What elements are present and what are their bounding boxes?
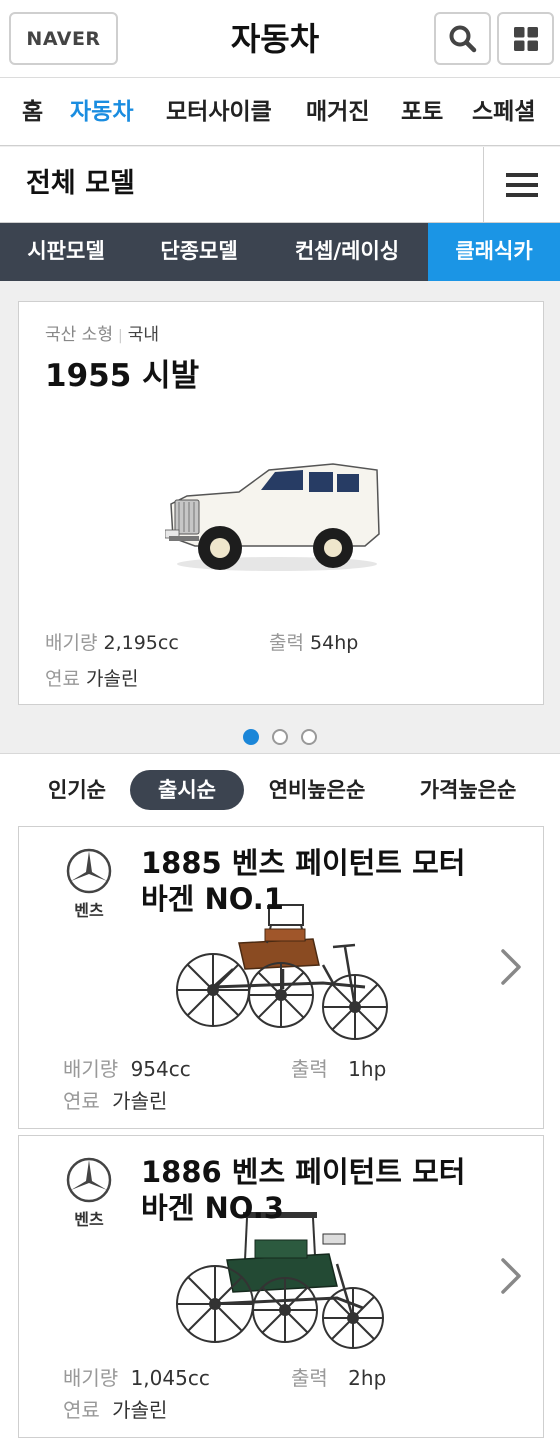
nav-item-photo[interactable]: 포토 <box>401 78 443 145</box>
featured-origin: 국내 <box>127 325 159 345</box>
displacement-label: 배기량 <box>45 632 98 654</box>
fuel-value: 가솔린 <box>112 1089 168 1113</box>
menu-button[interactable] <box>483 147 560 223</box>
power-value: 54hp <box>310 632 359 654</box>
page-title: 자동차 <box>230 20 320 58</box>
nav-item-special[interactable]: 스페셜 <box>472 78 535 145</box>
sort-popular[interactable]: 인기순 <box>34 770 120 810</box>
apps-button[interactable] <box>497 12 554 65</box>
sort-bar: 인기순 출시순 연비높은순 가격높은순 <box>0 770 560 816</box>
main-nav: 홈 자동차 모터사이클 매거진 포토 스페셜 <box>0 78 560 146</box>
power-value: 2hp <box>348 1366 387 1390</box>
displacement-value: 1,045cc <box>130 1366 210 1390</box>
sort-fuel-efficiency[interactable]: 연비높은순 <box>258 770 376 810</box>
fuel-label: 연료 <box>45 668 80 690</box>
displacement-value: 2,195cc <box>103 632 179 654</box>
models-title: 전체 모델 <box>26 168 135 199</box>
mercedes-logo-icon <box>66 1157 112 1203</box>
tab-on-sale[interactable]: 시판모델 <box>0 223 132 281</box>
mercedes-logo-icon <box>66 848 112 894</box>
featured-fuel: 연료 가솔린 <box>45 664 138 691</box>
chevron-right-icon[interactable] <box>499 1256 523 1296</box>
nav-item-home[interactable]: 홈 <box>22 78 43 145</box>
power-value: 1hp <box>348 1057 387 1081</box>
car-image <box>176 1212 384 1349</box>
featured-power: 출력 54hp <box>269 628 358 655</box>
car-power: 출력 2hp <box>291 1362 386 1391</box>
sort-release[interactable]: 출시순 <box>130 770 244 810</box>
featured-card[interactable]: 국산 소형 | 국내 1955 시발 배기량 2,195cc 출력 54hp 연… <box>18 301 544 705</box>
fuel-label: 연료 <box>63 1089 100 1113</box>
search-icon <box>449 25 476 52</box>
car-fuel: 연료 가솔린 <box>63 1394 167 1423</box>
displacement-label: 배기량 <box>63 1366 119 1390</box>
displacement-value: 954cc <box>130 1057 191 1081</box>
models-bar: 전체 모델 <box>0 147 560 223</box>
separator: | <box>117 328 123 344</box>
fuel-value: 가솔린 <box>86 668 139 690</box>
carousel-dot[interactable] <box>301 729 317 745</box>
naver-logo-button[interactable]: NAVER <box>9 12 118 65</box>
nav-item-cars[interactable]: 자동차 <box>70 78 133 145</box>
power-label: 출력 <box>291 1366 328 1390</box>
tab-concept-racing[interactable]: 컨셉/레이싱 <box>266 223 428 281</box>
car-title: 1886 벤츠 페이턴트 모터 바겐 NO.3 <box>141 1155 466 1225</box>
nav-item-magazine[interactable]: 매거진 <box>306 78 369 145</box>
tab-discontinued[interactable]: 단종모델 <box>132 223 266 281</box>
carousel-dot[interactable] <box>272 729 288 745</box>
fuel-value: 가솔린 <box>112 1398 168 1422</box>
tab-classic[interactable]: 클래식카 <box>428 223 560 281</box>
brand-name: 벤츠 <box>74 901 104 920</box>
car-fuel: 연료 가솔린 <box>63 1085 167 1114</box>
car-title: 1885 벤츠 페이턴트 모터 바겐 NO.1 <box>141 846 466 916</box>
power-label: 출력 <box>269 632 304 654</box>
category-tabs: 시판모델 단종모델 컨셉/레이싱 클래식카 <box>0 223 560 281</box>
carousel-pagination <box>0 729 560 749</box>
car-displacement: 배기량 1,045cc <box>63 1362 210 1391</box>
car-list-item[interactable]: 벤츠 1885 벤츠 페이턴트 모터 바겐 NO.1 배기량 954cc 출력 … <box>18 826 544 1129</box>
featured-displacement: 배기량 2,195cc <box>45 628 179 655</box>
featured-section: 국산 소형 | 국내 1955 시발 배기량 2,195cc 출력 54hp 연… <box>0 281 560 753</box>
car-image <box>176 904 388 1040</box>
featured-category: 국산 소형 <box>45 325 113 345</box>
featured-title: 1955 시발 <box>45 358 200 394</box>
hamburger-icon <box>506 173 538 197</box>
featured-car-image <box>165 463 380 571</box>
car-list-item[interactable]: 벤츠 1886 벤츠 페이턴트 모터 바겐 NO.3 배기량 1,045cc 출… <box>18 1135 544 1438</box>
fuel-label: 연료 <box>63 1398 100 1422</box>
search-button[interactable] <box>434 12 491 65</box>
sort-price[interactable]: 가격높은순 <box>406 770 530 810</box>
car-displacement: 배기량 954cc <box>63 1053 191 1082</box>
app-header: NAVER 자동차 <box>0 0 560 78</box>
chevron-right-icon[interactable] <box>499 947 523 987</box>
nav-item-motorcycle[interactable]: 모터사이클 <box>166 78 272 145</box>
featured-category-line: 국산 소형 | 국내 <box>45 320 159 345</box>
carousel-dot[interactable] <box>243 729 259 745</box>
car-power: 출력 1hp <box>291 1053 386 1082</box>
grid-icon <box>513 26 538 51</box>
displacement-label: 배기량 <box>63 1057 119 1081</box>
model-list-section: 인기순 출시순 연비높은순 가격높은순 벤츠 1885 벤츠 페이턴트 모터 바… <box>0 753 560 1440</box>
power-label: 출력 <box>291 1057 328 1081</box>
brand-name: 벤츠 <box>74 1210 104 1229</box>
